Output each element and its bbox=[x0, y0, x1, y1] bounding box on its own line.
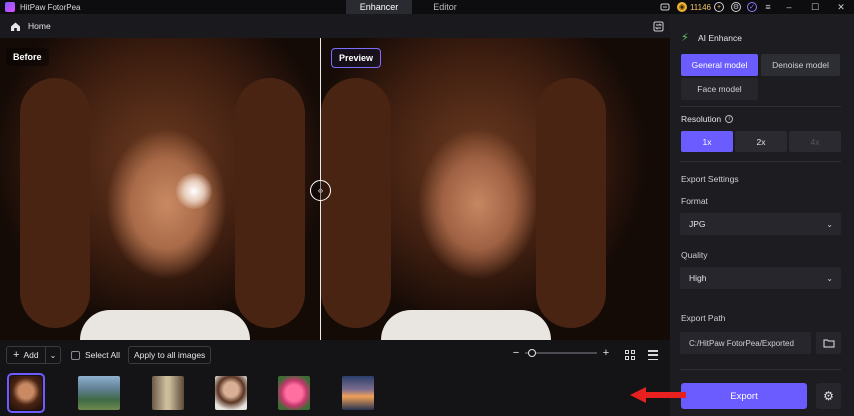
panel-header: ⚡ AI Enhance bbox=[681, 32, 742, 44]
zoom-in-button[interactable]: + bbox=[600, 347, 612, 359]
zoom-control: − + bbox=[510, 347, 612, 359]
preview-label: Preview bbox=[331, 48, 382, 68]
hair-right bbox=[536, 78, 606, 328]
resolution-1x-button[interactable]: 1x bbox=[681, 131, 733, 152]
face-model-button[interactable]: Face model bbox=[681, 78, 758, 100]
app-logo-icon bbox=[5, 2, 15, 12]
image-viewer[interactable]: Before Preview ‹› bbox=[0, 38, 670, 340]
zoom-out-button[interactable]: − bbox=[510, 347, 522, 359]
divider bbox=[680, 106, 841, 107]
apply-to-all-button[interactable]: Apply to all images bbox=[127, 346, 212, 364]
zoom-slider[interactable] bbox=[525, 349, 597, 357]
thumbnail-street[interactable] bbox=[152, 376, 184, 410]
title-bar: HitPaw FotorPea Enhancer Editor ◉ 11146 … bbox=[0, 0, 854, 14]
format-select[interactable]: JPG ⌄ bbox=[680, 213, 841, 235]
divider bbox=[680, 369, 841, 370]
hair-left bbox=[321, 78, 391, 328]
thumbnail-strip bbox=[0, 370, 670, 416]
preview-pane: Preview bbox=[321, 38, 670, 340]
community-icon[interactable] bbox=[657, 0, 673, 14]
light-glare bbox=[176, 173, 212, 209]
maximize-button[interactable]: ☐ bbox=[802, 0, 828, 14]
list-view-icon[interactable] bbox=[648, 350, 658, 360]
quality-value: High bbox=[689, 273, 707, 283]
quality-label: Quality bbox=[681, 250, 708, 260]
settings-panel: ⚡ AI Enhance General model Denoise model… bbox=[670, 14, 854, 416]
annotation-arrow-icon bbox=[630, 387, 686, 403]
zoom-slider-knob[interactable] bbox=[528, 349, 537, 357]
folder-icon[interactable] bbox=[816, 332, 841, 354]
panel-title: AI Enhance bbox=[698, 33, 742, 43]
chevron-down-icon: ⌄ bbox=[826, 273, 833, 283]
home-label[interactable]: Home bbox=[28, 21, 51, 31]
general-model-button[interactable]: General model bbox=[681, 54, 758, 76]
format-label: Format bbox=[681, 196, 708, 206]
select-all-label[interactable]: Select All bbox=[85, 350, 120, 360]
grid-view-icon[interactable] bbox=[625, 350, 635, 360]
coin-icon: ◉ bbox=[676, 2, 687, 12]
compare-view-icon[interactable] bbox=[652, 20, 664, 32]
gear-icon[interactable]: ⚙ bbox=[816, 383, 841, 409]
settings-icon[interactable]: ⚙ bbox=[728, 0, 744, 14]
hair-right bbox=[235, 78, 305, 328]
divider-handle[interactable]: ‹› bbox=[310, 180, 331, 201]
before-pane: Before bbox=[0, 38, 320, 340]
account-icon[interactable]: ✓ bbox=[744, 0, 760, 14]
home-bar: Home bbox=[0, 14, 670, 38]
resolution-4x-button[interactable]: 4x bbox=[789, 131, 841, 152]
coin-count: 11146 bbox=[689, 2, 711, 12]
denoise-model-button[interactable]: Denoise model bbox=[761, 54, 840, 76]
select-all-checkbox[interactable] bbox=[71, 350, 80, 360]
menu-icon[interactable]: ≡ bbox=[760, 0, 776, 14]
chevron-down-icon[interactable]: ⌄ bbox=[46, 351, 60, 360]
coin-balance[interactable]: ◉ 11146 + bbox=[676, 2, 724, 12]
thumbnail-sunset[interactable] bbox=[342, 376, 374, 410]
minimize-button[interactable]: – bbox=[776, 0, 802, 14]
image-toolbar: + Add ⌄ Select All Apply to all images −… bbox=[0, 340, 670, 370]
before-label: Before bbox=[6, 48, 49, 66]
hair-left bbox=[20, 78, 90, 328]
info-icon[interactable]: i bbox=[725, 115, 734, 123]
tab-enhancer[interactable]: Enhancer bbox=[346, 0, 412, 14]
divider bbox=[680, 161, 841, 162]
chevron-down-icon: ⌄ bbox=[826, 219, 833, 229]
thumbnail-woman[interactable] bbox=[215, 376, 247, 410]
plus-icon: + bbox=[13, 349, 20, 361]
thumbnail-flower[interactable] bbox=[278, 376, 310, 410]
shirt bbox=[80, 310, 250, 340]
titlebar-controls: ◉ 11146 + ⚙ ✓ ≡ – ☐ ✕ bbox=[657, 0, 854, 14]
shirt bbox=[381, 310, 551, 340]
export-settings-label: Export Settings bbox=[681, 174, 739, 184]
export-path-label: Export Path bbox=[681, 313, 726, 323]
export-button[interactable]: Export bbox=[681, 383, 807, 409]
export-path-field[interactable]: C:/HitPaw FotorPea/Exported bbox=[680, 332, 811, 354]
main-tabs: Enhancer Editor bbox=[346, 0, 478, 14]
bolt-icon: ⚡ bbox=[681, 32, 689, 44]
resolution-2x-button[interactable]: 2x bbox=[735, 131, 787, 152]
thumbnail-landscape[interactable] bbox=[78, 376, 120, 410]
resolution-selector: 1x 2x 4x bbox=[681, 131, 841, 152]
add-label: Add bbox=[23, 350, 39, 360]
tab-editor[interactable]: Editor bbox=[412, 0, 478, 14]
home-icon[interactable] bbox=[9, 20, 21, 32]
close-button[interactable]: ✕ bbox=[828, 0, 854, 14]
add-coins-icon[interactable]: + bbox=[714, 2, 724, 12]
thumbnail-portrait[interactable] bbox=[7, 373, 45, 413]
resolution-label: Resolution i bbox=[681, 114, 734, 124]
format-value: JPG bbox=[689, 219, 706, 229]
quality-select[interactable]: High ⌄ bbox=[680, 267, 841, 289]
add-button[interactable]: + Add ⌄ bbox=[6, 346, 61, 364]
app-title: HitPaw FotorPea bbox=[20, 2, 81, 12]
